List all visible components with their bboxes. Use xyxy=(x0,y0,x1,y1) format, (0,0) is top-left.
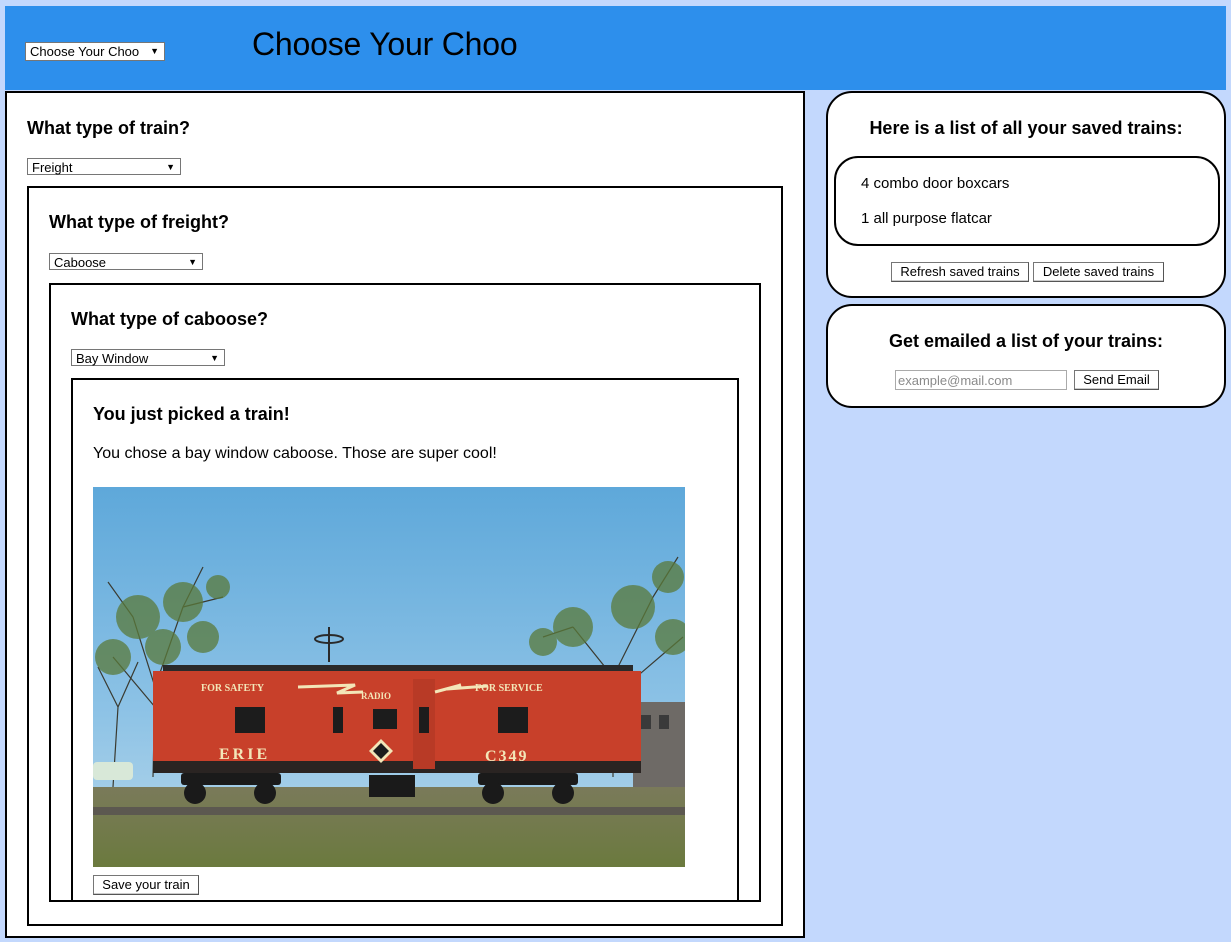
email-card-title: Get emailed a list of your trains: xyxy=(888,331,1164,351)
train-picker-panel: What type of train? Freight ▼ What type … xyxy=(5,91,805,938)
result-message: You chose a bay window caboose. Those ar… xyxy=(93,445,497,462)
freight-type-select[interactable]: Caboose ▼ xyxy=(49,253,203,270)
page-title: Choose Your Choo xyxy=(252,26,518,62)
delete-saved-trains-button[interactable]: Delete saved trains xyxy=(1033,262,1164,282)
chevron-down-icon: ▼ xyxy=(166,162,175,172)
result-heading: You just picked a train! xyxy=(93,404,290,424)
chevron-down-icon: ▼ xyxy=(150,46,159,56)
list-item: 1 all purpose flatcar xyxy=(861,210,992,227)
caboose-type-select[interactable]: Bay Window ▼ xyxy=(71,349,225,366)
train-type-question: What type of train? xyxy=(27,118,190,138)
caboose-section: What type of caboose? Bay Window ▼ You j… xyxy=(49,283,761,902)
freight-type-question: What type of freight? xyxy=(49,212,229,232)
train-type-select-value: Freight xyxy=(32,160,73,175)
train-type-select[interactable]: Freight ▼ xyxy=(27,158,181,175)
save-train-button[interactable]: Save your train xyxy=(93,875,199,895)
caboose-photo: FOR SAFETY RADIO FOR SERVICE ERIE C349 xyxy=(93,487,685,867)
send-email-button[interactable]: Send Email xyxy=(1074,370,1159,390)
email-field[interactable] xyxy=(895,370,1067,390)
freight-section: What type of freight? Caboose ▼ What typ… xyxy=(27,186,783,926)
saved-trains-card: Here is a list of all your saved trains:… xyxy=(826,91,1226,298)
caboose-road-name: ERIE xyxy=(219,746,270,763)
saved-trains-title: Here is a list of all your saved trains: xyxy=(869,118,1183,138)
chevron-down-icon: ▼ xyxy=(210,353,219,363)
nav-select-value: Choose Your Choo xyxy=(30,44,140,59)
caboose-number: C349 xyxy=(485,748,529,765)
refresh-saved-trains-button[interactable]: Refresh saved trains xyxy=(891,262,1029,282)
saved-trains-list: 4 combo door boxcars 1 all purpose flatc… xyxy=(834,156,1220,246)
caboose-type-select-value: Bay Window xyxy=(76,351,149,366)
caboose-type-question: What type of caboose? xyxy=(71,309,269,329)
caboose-lettering-right: FOR SERVICE xyxy=(475,683,543,694)
list-item: 4 combo door boxcars xyxy=(861,175,1010,192)
email-card: Get emailed a list of your trains: Send … xyxy=(826,304,1226,408)
header-bar: Choose Your Choo ▼ Choose Your Choo xyxy=(5,6,1226,90)
caboose-lettering-left: FOR SAFETY xyxy=(201,683,265,694)
nav-select[interactable]: Choose Your Choo ▼ xyxy=(25,42,165,61)
chevron-down-icon: ▼ xyxy=(188,257,197,267)
freight-type-select-value: Caboose xyxy=(54,255,107,270)
result-card: You just picked a train! You chose a bay… xyxy=(71,378,739,902)
caboose-lettering-center: RADIO xyxy=(361,691,391,701)
